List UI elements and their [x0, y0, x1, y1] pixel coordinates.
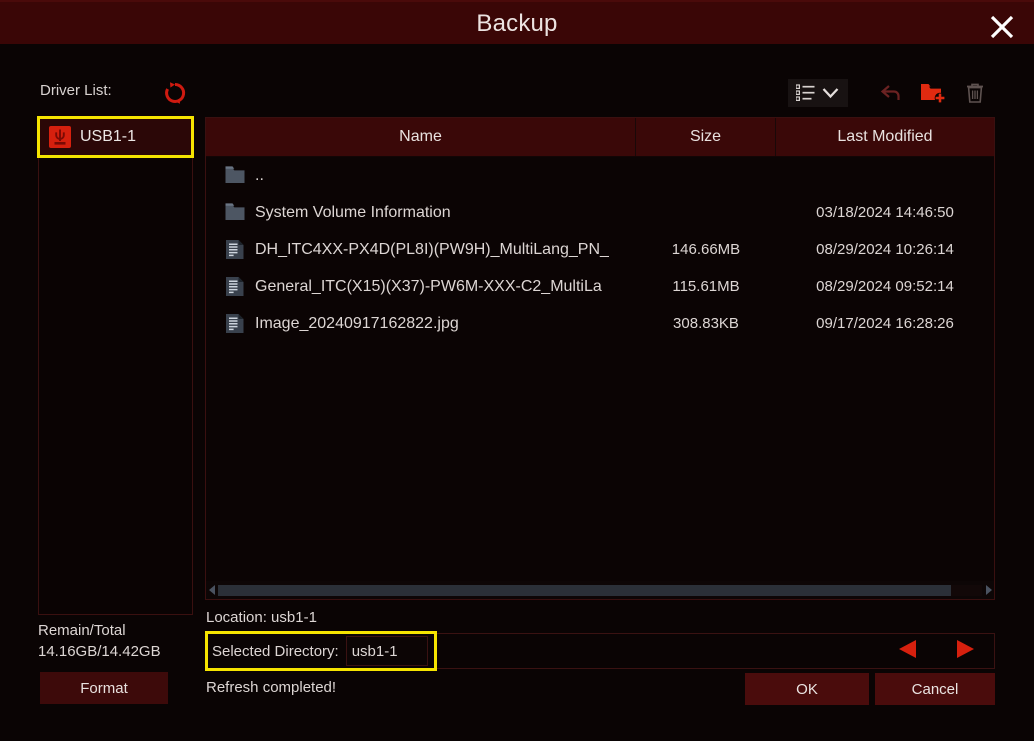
folder-icon: [225, 203, 245, 220]
prev-arrow-icon[interactable]: [892, 639, 923, 664]
selected-directory-input[interactable]: [345, 636, 428, 666]
file-icon: [226, 314, 244, 333]
close-glyph: [990, 15, 1014, 39]
back-button[interactable]: [870, 77, 912, 109]
cell-name: DH_ITC4XX-PX4D(PL8I)(PW9H)_MultiLang_PN_: [206, 239, 636, 260]
cell-modified: 09/17/2024 16:28:26: [816, 315, 954, 332]
right-arrow-glyph: [985, 585, 992, 595]
cancel-button[interactable]: Cancel: [875, 673, 995, 705]
remain-total-block: Remain/Total 14.16GB/14.42GB: [38, 620, 198, 662]
scroll-right-arrow-icon[interactable]: [982, 581, 994, 599]
selected-directory-label: Selected Directory:: [212, 642, 339, 660]
scrollbar-thumb[interactable]: [218, 584, 952, 596]
file-name: General_ITC(X15)(X37)-PW6M-XXX-C2_MultiL…: [255, 277, 602, 295]
cell-name: ..: [206, 165, 636, 186]
next-arrow-icon[interactable]: [950, 639, 981, 664]
column-header-size[interactable]: Size: [636, 118, 776, 156]
list-view-icon: [796, 84, 815, 102]
table-row[interactable]: ..: [206, 157, 994, 194]
delete-button[interactable]: [954, 77, 996, 109]
usb-icon: [49, 126, 71, 148]
cell-modified: 08/29/2024 10:26:14: [816, 241, 954, 258]
view-mode-selector[interactable]: [788, 79, 848, 107]
prev-arrow-glyph: [899, 639, 917, 658]
left-arrow-glyph: [208, 585, 215, 595]
backup-dialog: Backup Driver List: USB1-1 Remain/Total …: [0, 0, 1034, 741]
remain-total-value: 14.16GB/14.42GB: [38, 643, 161, 660]
directory-nav-arrows: [879, 633, 994, 669]
ok-button[interactable]: OK: [745, 673, 869, 705]
table-row[interactable]: General_ITC(X15)(X37)-PW6M-XXX-C2_MultiL…: [206, 268, 994, 305]
new-folder-icon: [921, 84, 946, 104]
cell-name: General_ITC(X15)(X37)-PW6M-XXX-C2_MultiL…: [206, 276, 636, 297]
cell-size: 308.83KB: [673, 315, 739, 332]
cell-size: 146.66MB: [671, 241, 741, 258]
refresh-icon[interactable]: [163, 81, 187, 105]
file-name: DH_ITC4XX-PX4D(PL8I)(PW9H)_MultiLang_PN_: [255, 240, 609, 258]
table-row[interactable]: System Volume Information 03/18/2024 14:…: [206, 194, 994, 231]
file-name: ..: [255, 166, 264, 184]
cell-name: Image_20240917162822.jpg: [206, 313, 636, 334]
back-arrow-icon: [880, 85, 900, 100]
location-label: Location: usb1-1: [206, 609, 317, 626]
cell-size: 115.61MB: [672, 278, 740, 295]
folder-icon: [225, 166, 245, 183]
trash-icon: [967, 83, 983, 103]
file-icon: [226, 277, 244, 296]
status-message: Refresh completed!: [206, 679, 337, 696]
driver-list-label: Driver List:: [40, 82, 112, 99]
file-browser: Name Size Last Modified .. System Volume…: [205, 117, 995, 600]
chevron-down-icon: [822, 88, 839, 99]
horizontal-scrollbar[interactable]: [206, 581, 994, 599]
file-table-header: Name Size Last Modified: [206, 118, 994, 157]
refresh-glyph: [165, 82, 186, 104]
selected-directory-group: Selected Directory:: [205, 631, 437, 671]
column-header-modified[interactable]: Last Modified: [776, 118, 994, 156]
scroll-left-arrow-icon[interactable]: [206, 581, 218, 599]
page-title: Backup: [476, 10, 558, 37]
next-arrow-glyph: [956, 639, 974, 658]
file-table-rows: .. System Volume Information 03/18/2024 …: [206, 157, 994, 581]
driver-list-item-label: USB1-1: [80, 128, 137, 145]
close-icon[interactable]: [982, 6, 1022, 44]
scrollbar-track[interactable]: [218, 584, 982, 596]
cell-name: System Volume Information: [206, 202, 636, 223]
column-header-name[interactable]: Name: [206, 118, 636, 156]
driver-list-panel: USB1-1: [37, 116, 194, 615]
table-row[interactable]: Image_20240917162822.jpg 308.83KB 09/17/…: [206, 305, 994, 342]
table-row[interactable]: DH_ITC4XX-PX4D(PL8I)(PW9H)_MultiLang_PN_…: [206, 231, 994, 268]
file-name: Image_20240917162822.jpg: [255, 314, 459, 332]
format-button[interactable]: Format: [40, 672, 168, 704]
driver-list-item-usb1-1[interactable]: USB1-1: [37, 116, 194, 158]
file-icon: [226, 240, 244, 259]
cell-modified: 03/18/2024 14:46:50: [816, 204, 954, 221]
new-folder-button[interactable]: [912, 77, 954, 109]
file-name: System Volume Information: [255, 203, 451, 221]
title-bar: Backup: [0, 0, 1034, 44]
cell-modified: 08/29/2024 09:52:14: [816, 278, 954, 295]
file-toolbar: [788, 76, 996, 110]
remain-total-label: Remain/Total: [38, 622, 126, 639]
